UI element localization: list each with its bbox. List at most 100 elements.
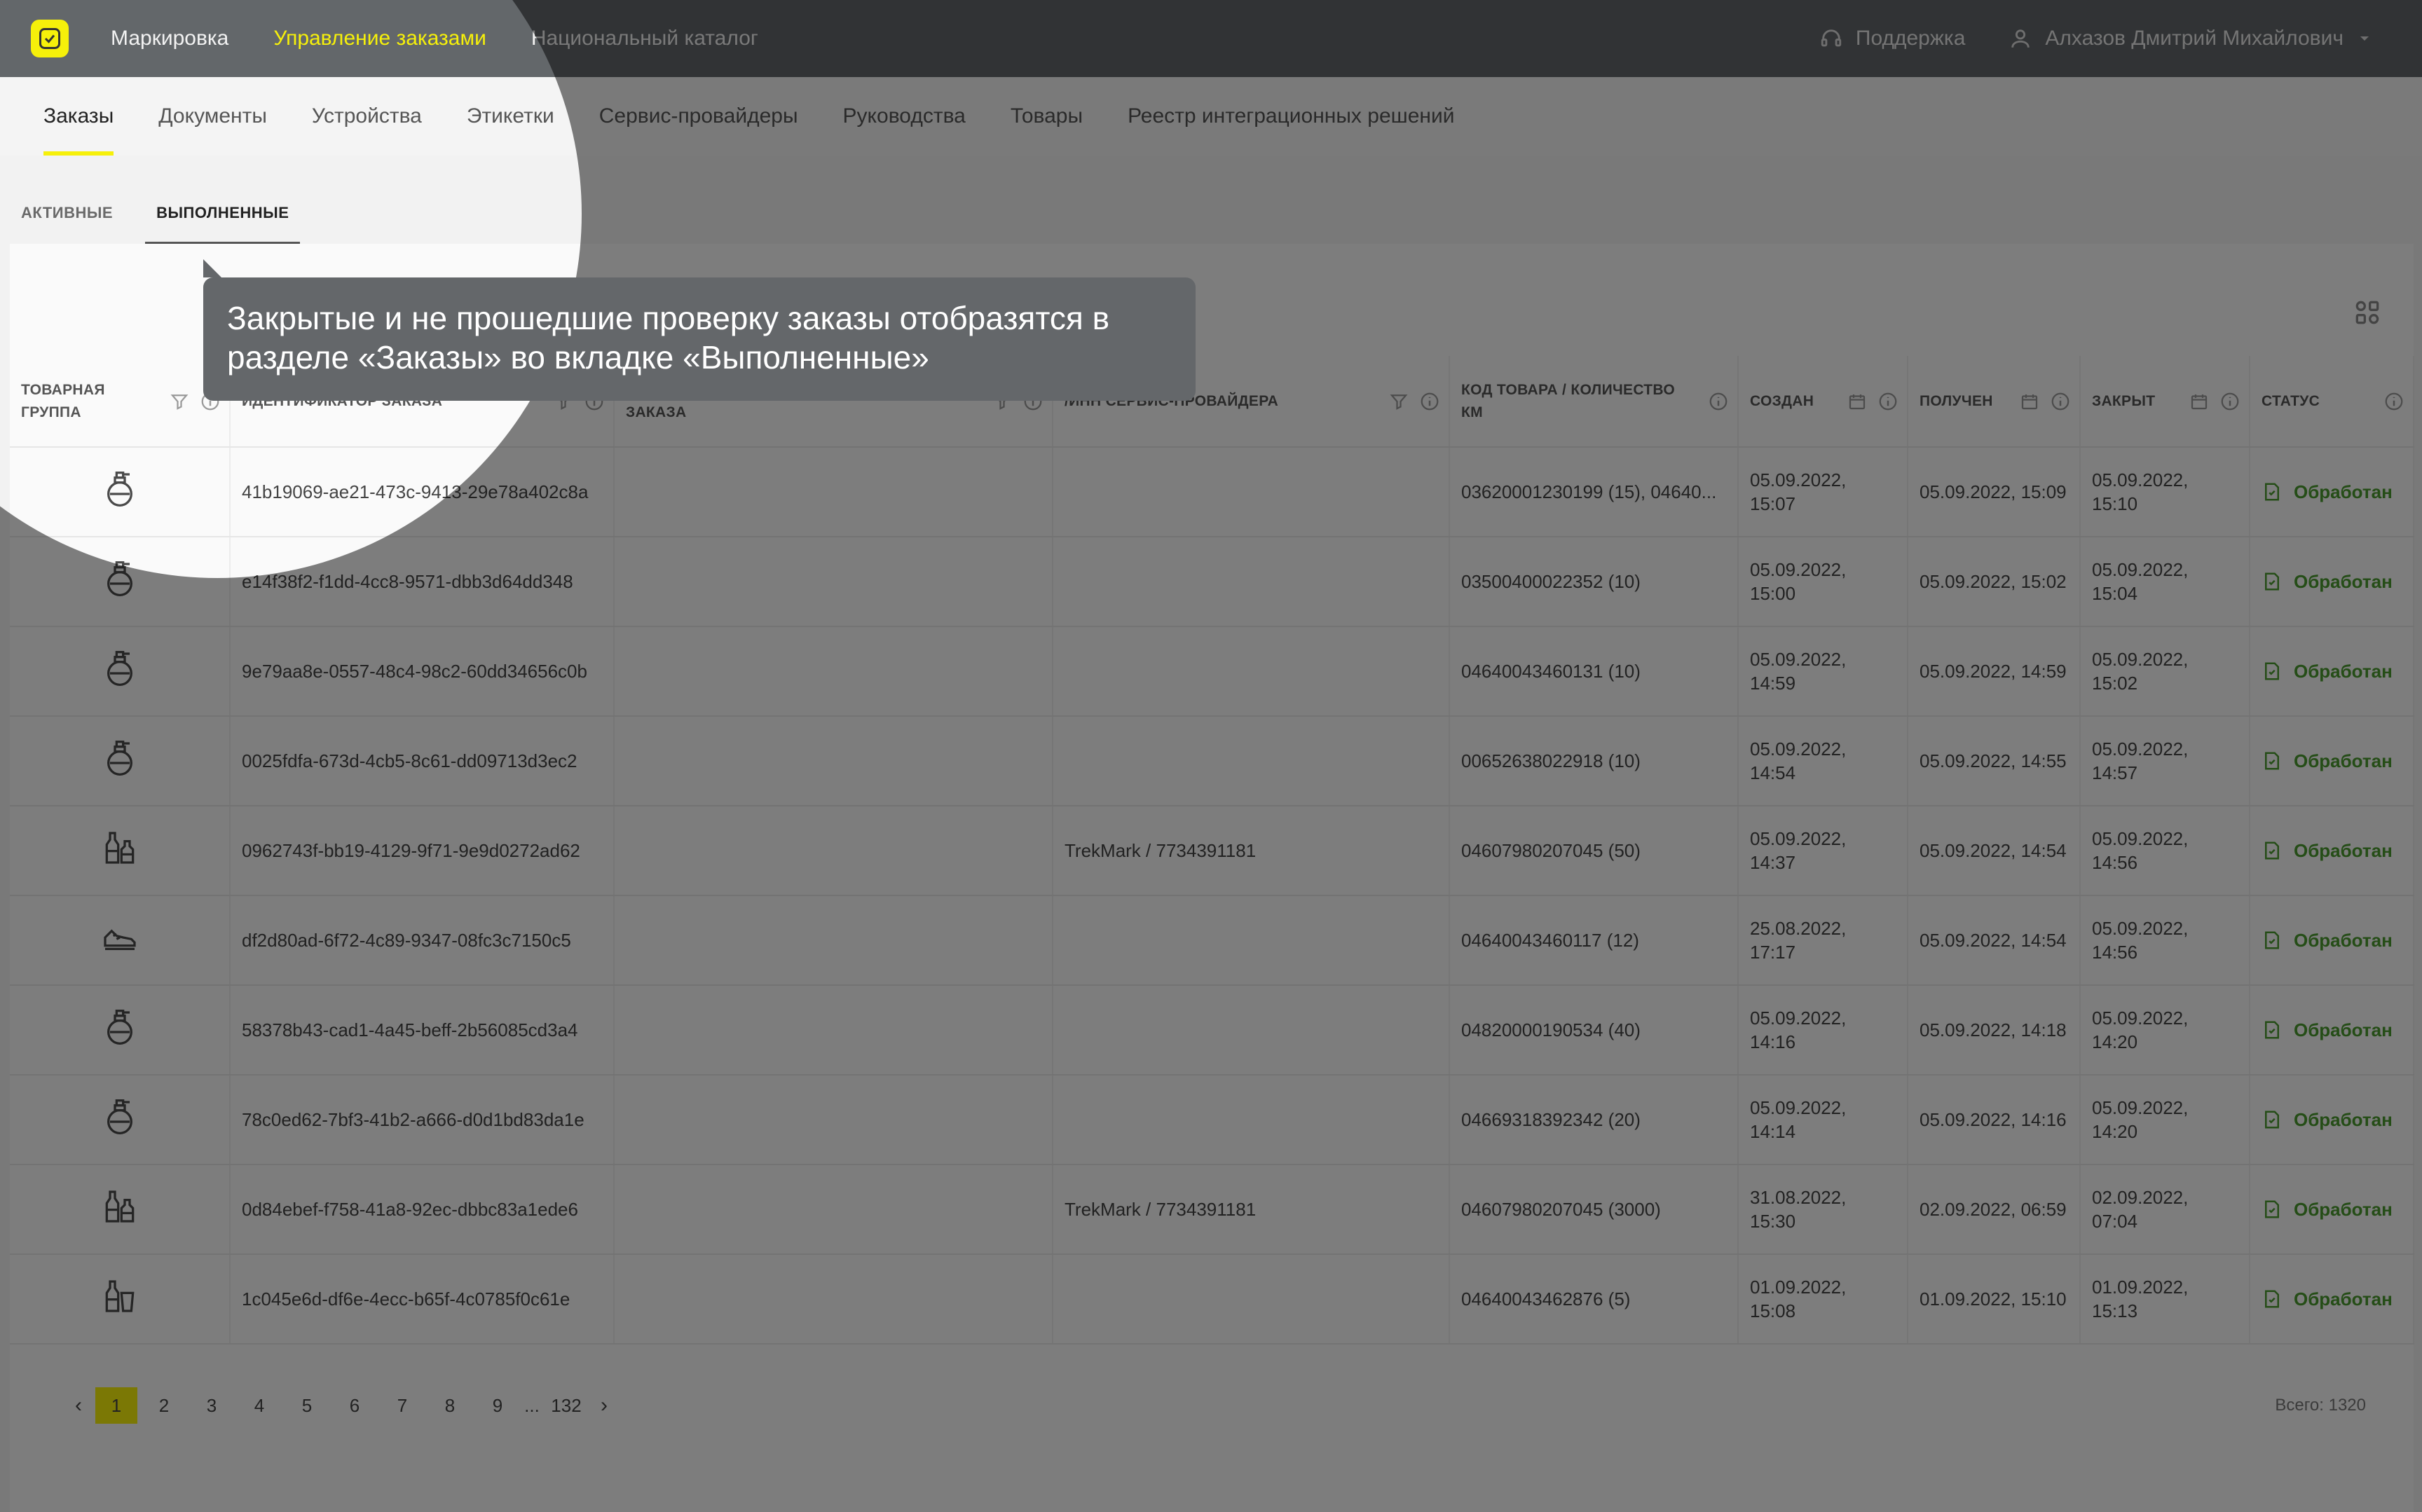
page-6[interactable]: 6 — [331, 1387, 378, 1424]
info-icon[interactable] — [2383, 391, 2404, 412]
tab-devices[interactable]: Устройства — [312, 77, 422, 156]
tab-labels[interactable]: Этикетки — [467, 77, 554, 156]
order-name-cell — [614, 1075, 1053, 1165]
code-cell: 04640043462876 (5) — [1449, 1254, 1739, 1345]
order-id-cell[interactable]: df2d80ad-6f72-4c89-9347-08fc3c7150c5 — [230, 895, 615, 986]
status-cell: Обработан — [2250, 1164, 2414, 1255]
order-id-cell[interactable]: 41b19069-ae21-473c-9413-29e78a402c8a — [230, 447, 615, 537]
chevron-down-icon — [2360, 36, 2369, 41]
received-cell: 05.09.2022, 14:16 — [1908, 1075, 2081, 1165]
tab-active-orders[interactable]: АКТИВНЫЕ — [10, 181, 124, 245]
received-cell: 05.09.2022, 14:18 — [1908, 985, 2081, 1075]
calendar-icon[interactable] — [1847, 391, 1868, 412]
tab-documents[interactable]: Документы — [158, 77, 267, 156]
info-icon[interactable] — [2050, 391, 2071, 412]
status-label: Обработан — [2294, 1109, 2393, 1130]
prev-page-icon[interactable]: ‹ — [64, 1394, 93, 1417]
order-id-cell[interactable]: 0962743f-bb19-4129-9f71-9e9d0272ad62 — [230, 806, 615, 896]
page-1[interactable]: 1 — [95, 1387, 137, 1424]
filter-icon[interactable] — [169, 391, 190, 412]
filter-icon[interactable] — [1388, 391, 1409, 412]
nav-national-catalog[interactable]: Национальный каталог — [531, 27, 758, 50]
pagination: ‹ 1 2 3 4 5 6 7 8 9... 132 › — [64, 1387, 618, 1424]
table-row[interactable]: e14f38f2-f1dd-4cc8-9571-dbb3d64dd348 0350… — [10, 537, 2414, 627]
doc-check-icon — [2265, 1021, 2279, 1039]
code-cell: 04820000190534 (40) — [1449, 985, 1739, 1075]
status-badge: Обработан — [2262, 1287, 2402, 1311]
doc-check-icon — [2265, 1290, 2279, 1308]
tab-goods[interactable]: Товары — [1011, 77, 1083, 156]
page-5[interactable]: 5 — [283, 1387, 331, 1424]
order-name-cell — [614, 895, 1053, 986]
support-label: Поддержка — [1855, 27, 1966, 50]
calendar-icon[interactable] — [2189, 391, 2210, 412]
status-cell: Обработан — [2250, 1254, 2414, 1345]
order-id-cell[interactable]: e14f38f2-f1dd-4cc8-9571-dbb3d64dd348 — [230, 537, 615, 627]
provider-cell — [1053, 1254, 1450, 1345]
info-icon[interactable] — [2219, 391, 2240, 412]
status-badge: Обработан — [2262, 749, 2402, 773]
tab-completed-orders[interactable]: ВЫПОЛНЕННЫЕ — [145, 181, 301, 245]
created-cell: 31.08.2022, 15:30 — [1738, 1164, 1908, 1255]
order-id-cell[interactable]: 1c045e6d-df6e-4ecc-b65f-4c0785f0c61e — [230, 1254, 615, 1345]
page-2[interactable]: 2 — [140, 1387, 188, 1424]
closed-cell: 01.09.2022, 15:13 — [2080, 1254, 2250, 1345]
page-8[interactable]: 8 — [426, 1387, 474, 1424]
table-row[interactable]: 58378b43-cad1-4a45-beff-2b56085cd3a4 0482… — [10, 985, 2414, 1075]
tab-orders[interactable]: Заказы — [43, 77, 114, 156]
page-9[interactable]: 9 — [474, 1387, 521, 1424]
order-name-cell — [614, 626, 1053, 717]
table-row[interactable]: 0d84ebef-f758-41a8-92ec-dbbc83a1ede6 Trek… — [10, 1164, 2414, 1255]
status-badge: Обработан — [2262, 659, 2402, 683]
order-id-cell[interactable]: 78c0ed62-7bf3-41b2-a666-d0d1bd83da1e — [230, 1075, 615, 1165]
table-row[interactable]: 0025fdfa-673d-4cb5-8c61-dd09713d3ec2 0065… — [10, 716, 2414, 806]
status-cell: Обработан — [2250, 537, 2414, 627]
status-badge: Обработан — [2262, 1108, 2402, 1132]
tab-service-providers[interactable]: Сервис-провайдеры — [599, 77, 798, 156]
col-status: СТАТУС — [2250, 356, 2414, 448]
table-row[interactable]: 1c045e6d-df6e-4ecc-b65f-4c0785f0c61e 0464… — [10, 1254, 2414, 1345]
col-received-label: ПОЛУЧЕН — [1920, 392, 1993, 409]
column-settings-icon[interactable] — [2352, 297, 2383, 328]
page-7[interactable]: 7 — [378, 1387, 426, 1424]
table-row[interactable]: 9e79aa8e-0557-48c4-98c2-60dd34656c0b 0464… — [10, 626, 2414, 717]
orders-table: ТОВАРНАЯ ГРУППА ИДЕНТИФИКАТОР ЗАКАЗА ЗАК… — [10, 356, 2414, 1345]
tab-integration-registry[interactable]: Реестр интеграционных решений — [1128, 77, 1454, 156]
table-row[interactable]: 41b19069-ae21-473c-9413-29e78a402c8a 0362… — [10, 447, 2414, 537]
next-page-icon[interactable]: › — [590, 1394, 618, 1417]
code-cell: 03620001230199 (15), 04640... — [1449, 447, 1739, 537]
order-id-cell[interactable]: 0d84ebef-f758-41a8-92ec-dbbc83a1ede6 — [230, 1164, 615, 1255]
header-right: Поддержка Алхазов Дмитрий Михайлович — [1819, 0, 2373, 77]
status-label: Обработан — [2294, 571, 2393, 592]
page-last[interactable]: 132 — [542, 1387, 590, 1424]
nav-marking[interactable]: Маркировка — [111, 27, 228, 50]
hint-line-1: Закрытые и не прошедшие проверку заказы … — [227, 300, 1110, 336]
order-id-cell[interactable]: 58378b43-cad1-4a45-beff-2b56085cd3a4 — [230, 985, 615, 1075]
code-cell: 03500400022352 (10) — [1449, 537, 1739, 627]
main-nav: Маркировка Управление заказами Националь… — [111, 0, 758, 77]
created-cell: 05.09.2022, 14:54 — [1738, 716, 1908, 806]
info-icon[interactable] — [1877, 391, 1898, 412]
created-cell: 05.09.2022, 14:14 — [1738, 1075, 1908, 1165]
closed-cell: 05.09.2022, 15:04 — [2080, 537, 2250, 627]
order-id-cell[interactable]: 0025fdfa-673d-4cb5-8c61-dd09713d3ec2 — [230, 716, 615, 806]
table-row[interactable]: 0962743f-bb19-4129-9f71-9e9d0272ad62 Trek… — [10, 806, 2414, 896]
page-3[interactable]: 3 — [188, 1387, 235, 1424]
support-link[interactable]: Поддержка — [1819, 27, 1966, 50]
info-icon[interactable] — [1708, 391, 1729, 412]
app-logo[interactable] — [31, 20, 69, 57]
status-cell: Обработан — [2250, 447, 2414, 537]
table-row[interactable]: 78c0ed62-7bf3-41b2-a666-d0d1bd83da1e 0466… — [10, 1075, 2414, 1165]
nav-order-management[interactable]: Управление заказами — [273, 27, 486, 50]
provider-cell — [1053, 895, 1450, 986]
col-closed: ЗАКРЫТ — [2080, 356, 2250, 448]
tab-manuals[interactable]: Руководства — [843, 77, 966, 156]
table-row[interactable]: df2d80ad-6f72-4c89-9347-08fc3c7150c5 0464… — [10, 895, 2414, 986]
order-id-cell[interactable]: 9e79aa8e-0557-48c4-98c2-60dd34656c0b — [230, 626, 615, 717]
info-icon[interactable] — [1419, 391, 1440, 412]
page-4[interactable]: 4 — [235, 1387, 283, 1424]
hint-tooltip: Закрытые и не прошедшие проверку заказы … — [203, 259, 1196, 401]
user-menu[interactable]: Алхазов Дмитрий Михайлович — [2009, 27, 2373, 50]
calendar-icon[interactable] — [2019, 391, 2040, 412]
status-label: Обработан — [2294, 750, 2393, 771]
